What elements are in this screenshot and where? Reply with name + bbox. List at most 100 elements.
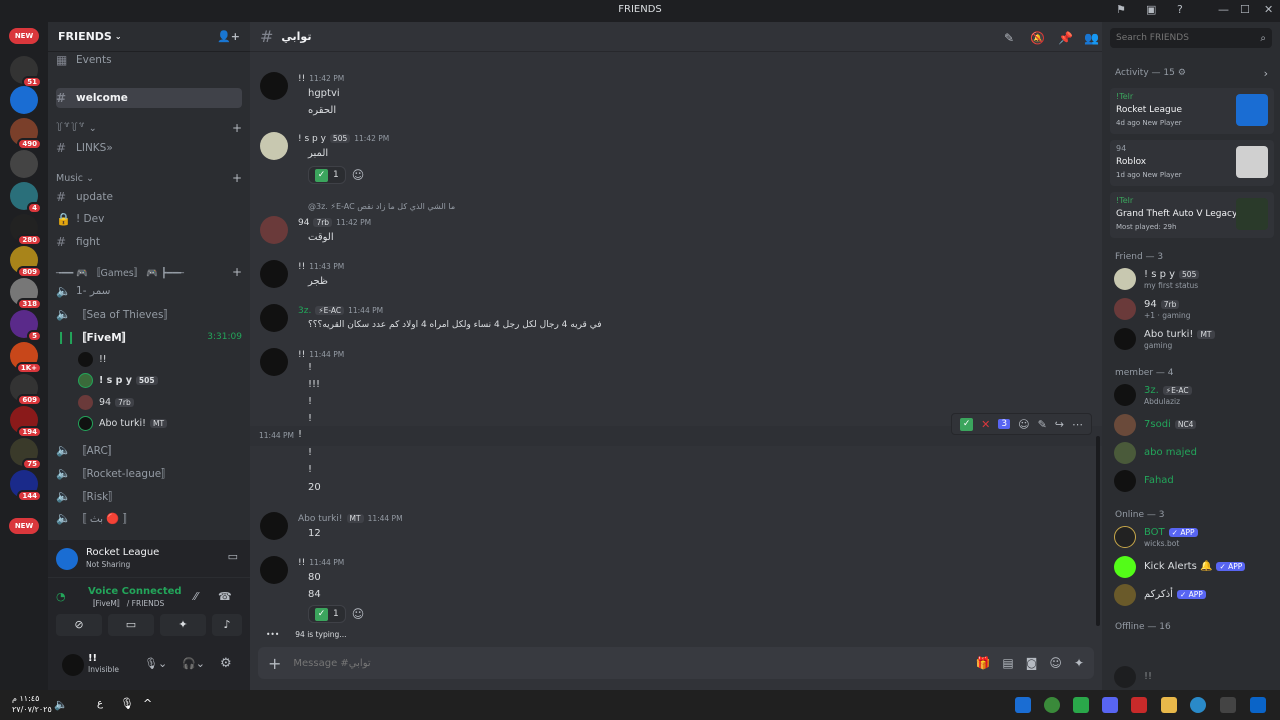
message-author[interactable]: !! bbox=[298, 74, 305, 84]
sticker-icon[interactable]: ◙ bbox=[1026, 656, 1038, 670]
member-item[interactable]: !! bbox=[1114, 664, 1274, 690]
noise-suppression-icon[interactable]: ⁄⁄ bbox=[194, 590, 198, 603]
volume-icon[interactable]: 🔈 bbox=[54, 698, 68, 711]
avatar[interactable] bbox=[260, 72, 288, 100]
reaction-check[interactable]: ✓ 1 bbox=[308, 605, 346, 623]
server-icon[interactable]: 5 bbox=[10, 310, 42, 342]
reply-icon[interactable]: ↪ bbox=[1055, 418, 1064, 431]
soundboard-button[interactable]: ♪ bbox=[212, 614, 242, 636]
mic-icon[interactable]: 🎙 bbox=[120, 697, 134, 710]
chrome-icon[interactable] bbox=[1044, 697, 1060, 713]
taskbar-app-icon[interactable] bbox=[1073, 697, 1089, 713]
add-reaction-icon[interactable]: ☺ bbox=[352, 168, 365, 182]
voice-channel-1[interactable]: 🔈 سمر -1 bbox=[56, 281, 242, 301]
screen-icon[interactable]: ▣ bbox=[1146, 3, 1156, 16]
activity-card[interactable]: !Telr Grand Theft Auto V Legacy Most pla… bbox=[1110, 192, 1274, 238]
attach-plus-icon[interactable]: + bbox=[268, 654, 281, 673]
server-icon[interactable] bbox=[10, 86, 38, 114]
server-icon[interactable]: 318 bbox=[10, 278, 42, 310]
search-input[interactable] bbox=[1116, 33, 1261, 43]
avatar[interactable] bbox=[260, 556, 288, 584]
react-number-icon[interactable]: 3 bbox=[998, 419, 1011, 429]
voice-channel-sea-of-thieves[interactable]: 🔈 〚Sea of Thieves〛 bbox=[56, 304, 242, 324]
stream-icon[interactable]: ▭ bbox=[228, 550, 238, 563]
member-item[interactable]: BOT ✓ APP wicks.bot bbox=[1114, 524, 1274, 550]
chevron-up-icon[interactable]: ^ bbox=[143, 697, 152, 710]
server-icon[interactable] bbox=[10, 150, 38, 178]
taskbar-app-icon[interactable] bbox=[1131, 697, 1147, 713]
member-item[interactable]: Abo turki! MT gaming bbox=[1114, 326, 1274, 352]
plus-icon[interactable]: + bbox=[232, 121, 242, 135]
server-icon[interactable]: 194 bbox=[10, 406, 42, 438]
minimize-icon[interactable]: — bbox=[1218, 3, 1229, 16]
apps-icon[interactable]: ✦ bbox=[1074, 656, 1084, 670]
discord-icon[interactable] bbox=[1102, 697, 1118, 713]
server-icon[interactable]: 75 bbox=[10, 438, 42, 470]
file-explorer-icon[interactable] bbox=[1161, 697, 1177, 713]
avatar[interactable] bbox=[260, 260, 288, 288]
plus-icon[interactable]: + bbox=[232, 171, 242, 185]
search-icon[interactable]: ⌕ bbox=[1260, 33, 1266, 44]
channel-links[interactable]: # LINKS» bbox=[56, 138, 242, 158]
category-divider[interactable]: ꒦꒷꒦꒷ ⌄ + bbox=[56, 118, 242, 138]
avatar[interactable] bbox=[260, 348, 288, 376]
activity-card[interactable]: !Telr Rocket League 4d ago New Player bbox=[1110, 88, 1274, 134]
headphones-icon[interactable]: 🎧⌄ bbox=[182, 657, 205, 670]
member-item[interactable]: abo majed bbox=[1114, 440, 1274, 466]
avatar[interactable] bbox=[260, 304, 288, 332]
taskbar-app-icon[interactable] bbox=[1220, 697, 1236, 713]
taskbar-app-icon[interactable] bbox=[1015, 697, 1031, 713]
pin-icon[interactable]: 📌 bbox=[1058, 31, 1073, 45]
member-item[interactable]: 94 7rb +1 · gaming bbox=[1114, 296, 1274, 322]
add-reaction-icon[interactable]: ☺ bbox=[1018, 418, 1029, 431]
server-icon[interactable]: 4 bbox=[10, 182, 42, 214]
avatar[interactable] bbox=[260, 216, 288, 244]
channel-update[interactable]: # update bbox=[56, 187, 242, 207]
server-icon[interactable]: 490 bbox=[10, 118, 42, 150]
camera-button[interactable]: ⊘ bbox=[56, 614, 102, 636]
voice-channel-arc[interactable]: 🔈 〚ARC〛 bbox=[56, 440, 242, 460]
mic-icon[interactable]: 🎙⌄ bbox=[144, 657, 167, 670]
avatar[interactable] bbox=[260, 512, 288, 540]
settings-gear-icon[interactable]: ⚙ bbox=[220, 656, 232, 671]
language-indicator[interactable]: ع bbox=[97, 698, 103, 709]
channel-dev[interactable]: 🔒 ! Dev bbox=[56, 209, 242, 229]
edge-icon[interactable] bbox=[1190, 697, 1206, 713]
activity-card[interactable]: 94 Roblox 1d ago New Player bbox=[1110, 140, 1274, 186]
plus-icon[interactable]: + bbox=[232, 265, 242, 279]
message-author[interactable]: Abo turki! bbox=[298, 514, 343, 524]
maximize-icon[interactable]: ☐ bbox=[1240, 3, 1250, 16]
gift-icon[interactable]: 🎁 bbox=[975, 656, 990, 670]
server-icon[interactable]: 1K+ bbox=[10, 342, 42, 374]
clock[interactable]: ١١:٤٥ م ٢٧/٠٧/٢٠٢٥ bbox=[12, 693, 52, 715]
scrollbar[interactable] bbox=[1096, 436, 1100, 626]
react-check-icon[interactable]: ✓ bbox=[960, 417, 974, 431]
edit-icon[interactable]: ✎ bbox=[1038, 418, 1047, 431]
help-icon[interactable]: ? bbox=[1177, 3, 1183, 16]
message-author[interactable]: ! s p y bbox=[298, 134, 326, 144]
member-item[interactable]: Kick Alerts 🔔 ✓ APP bbox=[1114, 554, 1274, 580]
screen-share-button[interactable]: ▭ bbox=[108, 614, 154, 636]
server-header[interactable]: FRIENDS ⌄ 👤+ bbox=[48, 22, 250, 52]
category-games[interactable]: ╼━━ 🎮 〚Games〛 🎮 ┣━━╾ + bbox=[56, 262, 242, 282]
voice-channel-stream[interactable]: 🔈 〚 بث 🔴 〛 bbox=[56, 508, 242, 528]
reaction-check[interactable]: ✓ 1 bbox=[308, 166, 346, 184]
message-author[interactable]: !! bbox=[298, 558, 305, 568]
inbox-icon[interactable]: ⚑ bbox=[1116, 3, 1126, 16]
message-author[interactable]: !! bbox=[298, 350, 305, 360]
server-icon[interactable]: 280 bbox=[10, 214, 42, 246]
close-icon[interactable]: ✕ bbox=[1264, 3, 1273, 16]
activities-button[interactable]: ✦ bbox=[160, 614, 206, 636]
emoji-icon[interactable]: ☺ bbox=[1049, 656, 1062, 670]
voice-channel-risk[interactable]: 🔈 〚Risk〛 bbox=[56, 486, 242, 506]
server-icon[interactable]: 51 bbox=[10, 56, 42, 88]
gif-icon[interactable]: ▤ bbox=[1002, 656, 1013, 670]
channel-events[interactable]: ▦ Events bbox=[56, 50, 242, 70]
message-input[interactable] bbox=[293, 657, 964, 669]
message-author[interactable]: 94 bbox=[298, 218, 309, 228]
chevron-right-icon[interactable]: › bbox=[1264, 67, 1268, 80]
avatar[interactable] bbox=[260, 132, 288, 160]
member-item[interactable]: 7sodi NC4 bbox=[1114, 412, 1274, 438]
server-icon[interactable]: 609 bbox=[10, 374, 42, 406]
avatar[interactable] bbox=[62, 654, 84, 676]
